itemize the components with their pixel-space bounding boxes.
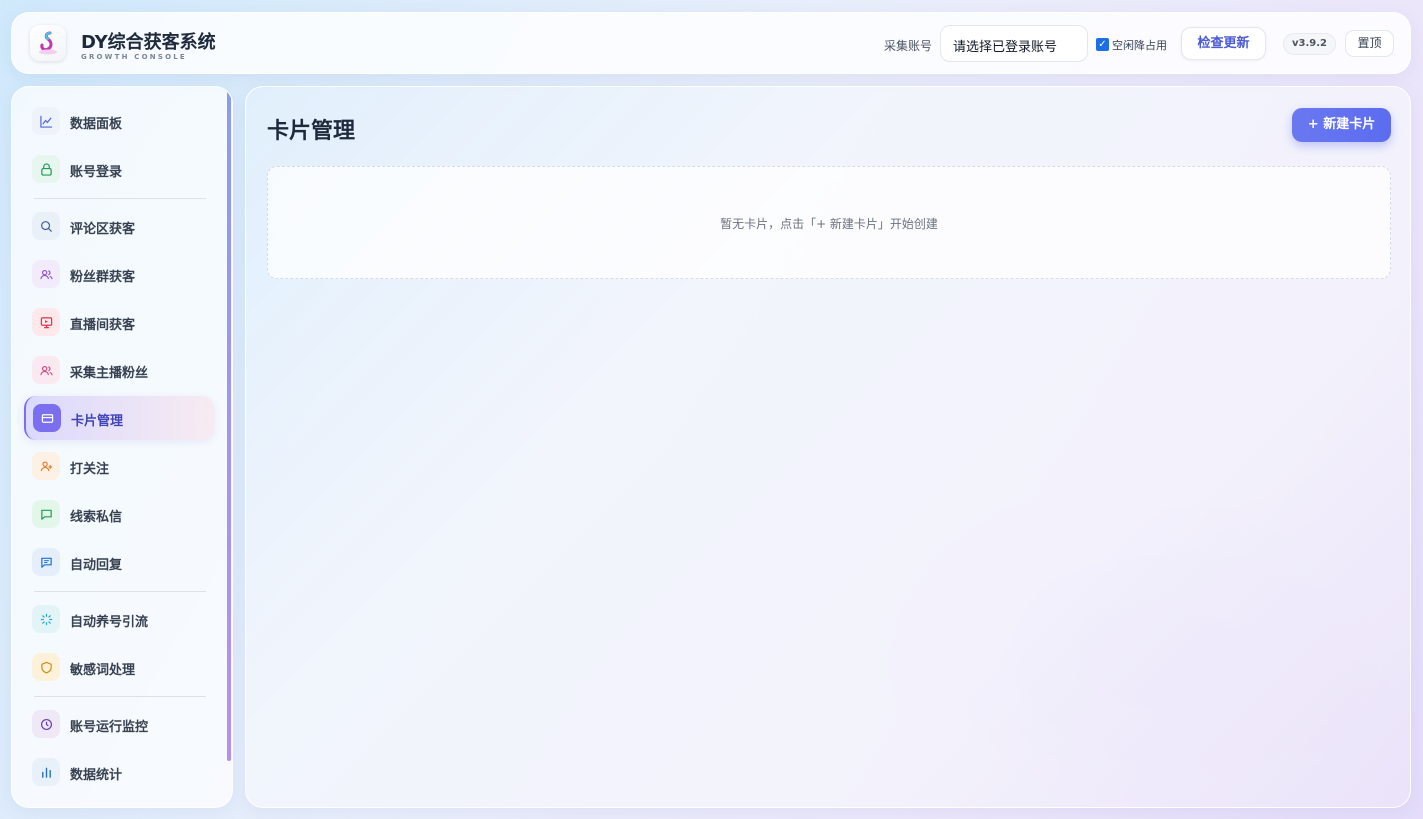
- sidebar-item-comment-leads[interactable]: 评论区获客: [24, 204, 214, 248]
- app-logo-icon: [30, 25, 66, 61]
- account-select[interactable]: 请选择已登录账号: [940, 25, 1088, 62]
- version-badge: v3.9.2: [1283, 33, 1336, 55]
- check-update-button[interactable]: 检查更新: [1181, 27, 1266, 60]
- clock-icon: [32, 710, 60, 738]
- idle-checkbox[interactable]: ✓: [1096, 38, 1109, 51]
- sidebar-item-fan-group-leads[interactable]: 粉丝群获客: [24, 252, 214, 296]
- main-panel: 卡片管理 + 新建卡片 暂无卡片，点击「+ 新建卡片」开始创建: [245, 86, 1411, 808]
- sidebar-item-lead-messages[interactable]: 线索私信: [24, 492, 214, 536]
- sidebar-scrollbar[interactable]: [227, 91, 231, 761]
- sidebar-item-collect-host-fans[interactable]: 采集主播粉丝: [24, 348, 214, 392]
- sidebar-divider: [34, 591, 206, 592]
- chat-reply-icon: [32, 548, 60, 576]
- sidebar-item-sensitive-words[interactable]: 敏感词处理: [24, 645, 214, 689]
- collect-account-label: 采集账号: [884, 39, 933, 53]
- sidebar-item-label: 敏感词处理: [70, 663, 136, 678]
- sidebar-item-label: 自动回复: [70, 558, 123, 573]
- sidebar-item-label: 粉丝群获客: [70, 270, 136, 285]
- card-icon: [33, 404, 61, 432]
- sidebar-divider: [34, 696, 206, 697]
- sidebar-item-label: 数据统计: [70, 768, 123, 783]
- sidebar-item-card-management[interactable]: 卡片管理: [24, 396, 214, 440]
- empty-card-list: 暂无卡片，点击「+ 新建卡片」开始创建: [267, 166, 1391, 279]
- sidebar-item-live-room-leads[interactable]: 直播间获客: [24, 300, 214, 344]
- loader-icon: [32, 605, 60, 633]
- sidebar-item-dashboard[interactable]: 数据面板: [24, 99, 214, 143]
- sidebar-item-data-statistics[interactable]: 数据统计: [24, 750, 214, 794]
- users-icon: [32, 356, 60, 384]
- sidebar-item-label: 账号登录: [70, 165, 123, 180]
- bar-chart-icon: [32, 758, 60, 786]
- sidebar-item-label: 采集主播粉丝: [70, 366, 149, 381]
- sidebar-item-label: 打关注: [70, 462, 110, 477]
- app-subtitle: GROWTH CONSOLE: [81, 53, 187, 61]
- sidebar-item-auto-nurture[interactable]: 自动养号引流: [24, 597, 214, 641]
- sidebar-item-label: 评论区获客: [70, 222, 136, 237]
- idle-checkbox-label[interactable]: 空闲降占用: [1112, 37, 1167, 53]
- sidebar-item-account-monitor[interactable]: 账号运行监控: [24, 702, 214, 746]
- lock-icon: [32, 155, 60, 183]
- sidebar: 数据面板 账号登录 评论区获客 粉丝群获客 直播间获客 采集主播粉丝 卡片管理 …: [11, 86, 233, 808]
- shield-icon: [32, 653, 60, 681]
- top-header: DY综合获客系统 GROWTH CONSOLE 采集账号 请选择已登录账号 ✓ …: [11, 12, 1411, 74]
- page-title: 卡片管理: [267, 119, 356, 144]
- users-icon: [32, 260, 60, 288]
- sidebar-divider: [34, 198, 206, 199]
- empty-state-text: 暂无卡片，点击「+ 新建卡片」开始创建: [720, 217, 938, 231]
- sidebar-item-label: 数据面板: [70, 117, 123, 132]
- line-chart-icon: [32, 107, 60, 135]
- sidebar-item-label: 线索私信: [70, 510, 123, 525]
- sidebar-item-label: 直播间获客: [70, 318, 136, 333]
- user-plus-icon: [32, 452, 60, 480]
- sidebar-item-follow[interactable]: 打关注: [24, 444, 214, 488]
- app-title: DY综合获客系统: [81, 32, 216, 53]
- sidebar-item-label: 卡片管理: [71, 414, 124, 429]
- message-icon: [32, 500, 60, 528]
- live-monitor-icon: [32, 308, 60, 336]
- sidebar-item-account-login[interactable]: 账号登录: [24, 147, 214, 191]
- sidebar-item-label: 自动养号引流: [70, 615, 149, 630]
- pin-top-button[interactable]: 置顶: [1345, 30, 1394, 57]
- sidebar-item-label: 账号运行监控: [70, 720, 149, 735]
- search-icon: [32, 212, 60, 240]
- new-card-button[interactable]: + 新建卡片: [1292, 108, 1391, 142]
- sidebar-item-auto-reply[interactable]: 自动回复: [24, 540, 214, 584]
